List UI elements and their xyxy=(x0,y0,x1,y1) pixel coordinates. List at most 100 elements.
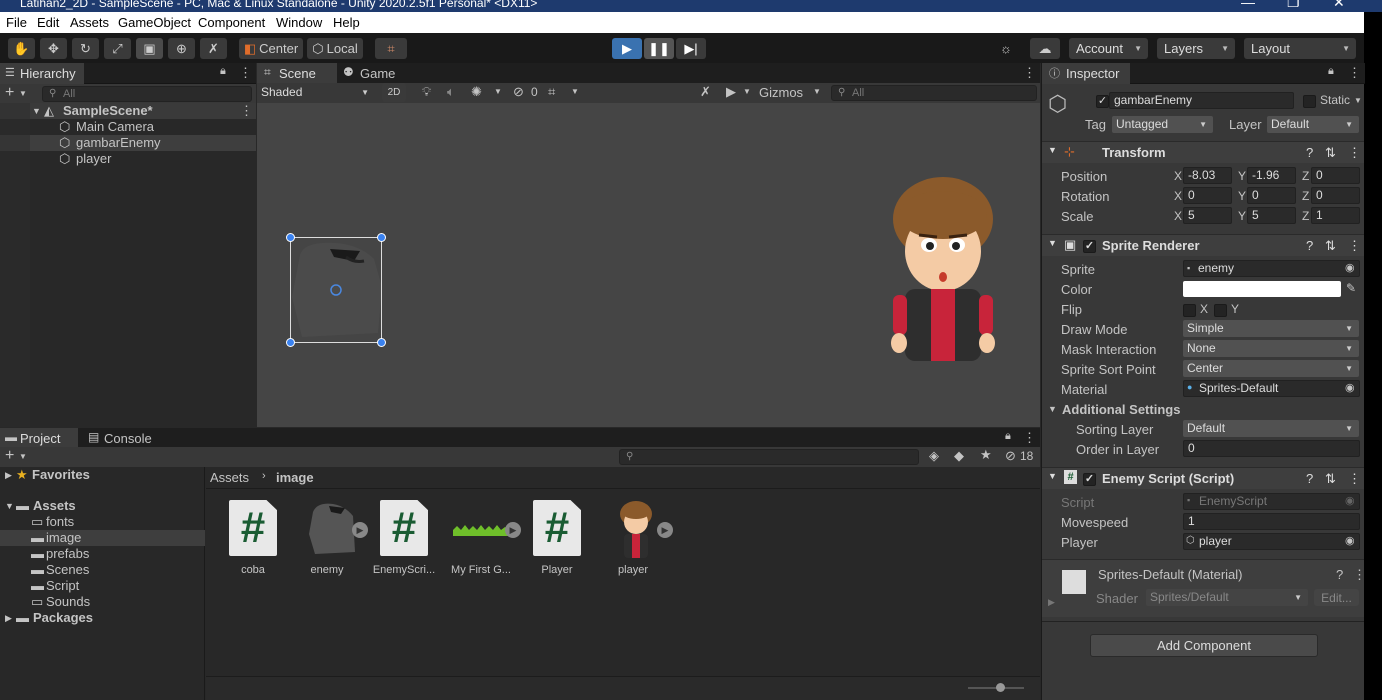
flip-y-checkbox[interactable] xyxy=(1214,302,1227,318)
flip-x-checkbox[interactable] xyxy=(1183,302,1196,318)
cloud-icon[interactable]: ☁ xyxy=(1030,38,1060,59)
2d-toggle-button[interactable]: 2D xyxy=(382,83,406,102)
presets-icon[interactable]: ⇅ xyxy=(1325,471,1336,487)
static-checkbox[interactable] xyxy=(1303,93,1316,109)
rect-tool-icon[interactable]: ▣ xyxy=(136,38,163,59)
chevron-down-icon[interactable]: ▼ xyxy=(19,89,27,98)
expand-arrow-icon[interactable]: ▼ xyxy=(32,103,41,119)
lock-icon[interactable]: 🔒︎ xyxy=(220,65,226,78)
shading-dropdown[interactable]: Shaded xyxy=(257,84,375,101)
sorting-layer-dropdown[interactable]: Default xyxy=(1183,420,1359,437)
add-component-button[interactable]: Add Component xyxy=(1090,634,1318,657)
step-button[interactable]: ▶| xyxy=(676,38,706,59)
scale-y-field[interactable]: 5 xyxy=(1247,207,1296,224)
add-icon[interactable]: + xyxy=(5,84,14,102)
chevron-down-icon[interactable]: ▼ xyxy=(571,87,579,96)
expand-sprite-icon[interactable]: ▶ xyxy=(505,522,521,538)
menu-assets[interactable]: Assets xyxy=(70,15,109,30)
tree-assets[interactable]: ▼ ▬ Assets xyxy=(0,498,205,514)
zoom-slider-handle[interactable] xyxy=(996,683,1005,692)
asset-item[interactable]: ▶ enemy xyxy=(292,500,368,576)
resize-handle[interactable] xyxy=(286,233,295,242)
snap-grid-icon[interactable]: ⌗ xyxy=(375,38,407,59)
grid-icon[interactable]: ⌗ xyxy=(548,84,555,100)
collapse-arrow-icon[interactable]: ▼ xyxy=(1048,404,1057,414)
object-picker-icon[interactable]: ◉ xyxy=(1345,381,1355,394)
collapse-arrow-icon[interactable]: ▼ xyxy=(1048,145,1057,155)
lighting-icon[interactable]: 💡︎ xyxy=(422,84,431,100)
tree-folder-selected[interactable]: ▬ image xyxy=(0,530,205,546)
order-in-layer-field[interactable]: 0 xyxy=(1183,440,1360,457)
project-search-input[interactable] xyxy=(619,449,919,465)
enemy-script-header[interactable]: ▼ # ✓ Enemy Script (Script) ? ⇅ ⋮ xyxy=(1042,467,1364,489)
rotation-z-field[interactable]: 0 xyxy=(1311,187,1360,204)
position-y-field[interactable]: -1.96 xyxy=(1247,167,1296,184)
position-x-field[interactable]: -8.03 xyxy=(1183,167,1232,184)
breadcrumb-assets[interactable]: Assets xyxy=(210,470,249,485)
help-icon[interactable]: ? xyxy=(1306,145,1313,160)
lock-icon[interactable]: 🔒︎ xyxy=(1005,430,1011,443)
close-icon[interactable]: ✕ xyxy=(1333,0,1345,11)
filter-label-icon[interactable]: ◆ xyxy=(954,448,964,464)
component-more-icon[interactable]: ⋮ xyxy=(1348,238,1361,254)
tree-folder[interactable]: ▬ Script xyxy=(0,578,205,594)
presets-icon[interactable]: ⇅ xyxy=(1325,238,1336,254)
account-dropdown[interactable]: Account xyxy=(1069,38,1148,59)
resize-handle[interactable] xyxy=(377,233,386,242)
transform-tool-icon[interactable]: ⊕ xyxy=(168,38,195,59)
more-icon[interactable]: ⋮ xyxy=(1023,430,1036,446)
enemy-sprite[interactable] xyxy=(286,233,386,347)
position-z-field[interactable]: 0 xyxy=(1311,167,1360,184)
asset-item[interactable]: # coba xyxy=(218,500,288,576)
enabled-checkbox[interactable]: ✓ xyxy=(1083,471,1096,487)
help-icon[interactable]: ? xyxy=(1306,238,1313,253)
rotation-x-field[interactable]: 0 xyxy=(1183,187,1232,204)
component-more-icon[interactable]: ⋮ xyxy=(1353,567,1366,583)
layout-dropdown[interactable]: Layout xyxy=(1244,38,1356,59)
lock-icon[interactable]: 🔒︎ xyxy=(1328,65,1334,78)
scene-search-input[interactable]: All xyxy=(831,85,1037,101)
help-icon[interactable]: ? xyxy=(1306,471,1313,486)
asset-item[interactable]: ▶ My First G... xyxy=(446,500,521,576)
chevron-down-icon[interactable]: ▼ xyxy=(1354,96,1362,105)
hierarchy-search-input[interactable]: All xyxy=(42,86,252,102)
object-picker-icon[interactable]: ◉ xyxy=(1345,534,1355,547)
layer-dropdown[interactable]: Default xyxy=(1267,116,1359,133)
expand-arrow-icon[interactable]: ▶ xyxy=(5,467,12,483)
expand-arrow-icon[interactable]: ▶ xyxy=(5,610,12,626)
chevron-down-icon[interactable]: ▼ xyxy=(813,87,821,96)
hierarchy-item[interactable]: ⬡ player xyxy=(0,151,256,167)
minimize-icon[interactable]: — xyxy=(1241,0,1255,10)
menu-window[interactable]: Window xyxy=(276,15,322,30)
hand-tool-icon[interactable]: ✋ xyxy=(8,38,35,59)
color-swatch[interactable] xyxy=(1183,281,1341,297)
help-icon[interactable]: ? xyxy=(1336,567,1343,582)
rotation-y-field[interactable]: 0 xyxy=(1247,187,1296,204)
asset-item[interactable]: # Player xyxy=(522,500,592,576)
hierarchy-item[interactable]: ⬡ Main Camera xyxy=(0,119,256,135)
breadcrumb-image[interactable]: image xyxy=(276,470,314,485)
favorite-star-icon[interactable]: ★ xyxy=(980,447,992,463)
layers-dropdown[interactable]: Layers xyxy=(1157,38,1235,59)
scene-more-icon[interactable]: ⋮ xyxy=(240,103,253,119)
add-icon[interactable]: + xyxy=(5,447,14,465)
presets-icon[interactable]: ⇅ xyxy=(1325,145,1336,161)
menu-file[interactable]: File xyxy=(6,15,27,30)
tree-folder[interactable]: ▬ Scenes xyxy=(0,562,205,578)
menu-help[interactable]: Help xyxy=(333,15,360,30)
active-checkbox[interactable]: ✓ xyxy=(1096,93,1109,109)
pivot-space-button[interactable]: ⬡ Local xyxy=(307,38,363,59)
hidden-objects-icon[interactable]: ⊘ xyxy=(513,84,524,100)
more-icon[interactable]: ⋮ xyxy=(1023,65,1036,81)
camera-icon[interactable]: ▶︎ xyxy=(726,84,736,100)
expand-arrow-icon[interactable]: ▼ xyxy=(5,498,14,514)
tree-favorites[interactable]: ▶ ★ Favorites xyxy=(0,467,205,483)
chevron-down-icon[interactable]: ▼ xyxy=(494,87,502,96)
scale-z-field[interactable]: 1 xyxy=(1311,207,1360,224)
more-icon[interactable]: ⋮ xyxy=(1348,65,1361,81)
sprite-field[interactable]: enemy xyxy=(1183,260,1360,277)
filter-type-icon[interactable]: ◈ xyxy=(929,448,939,464)
chevron-down-icon[interactable]: ▼ xyxy=(743,87,751,96)
maximize-icon[interactable]: ❐ xyxy=(1287,0,1300,11)
menu-edit[interactable]: Edit xyxy=(37,15,59,30)
